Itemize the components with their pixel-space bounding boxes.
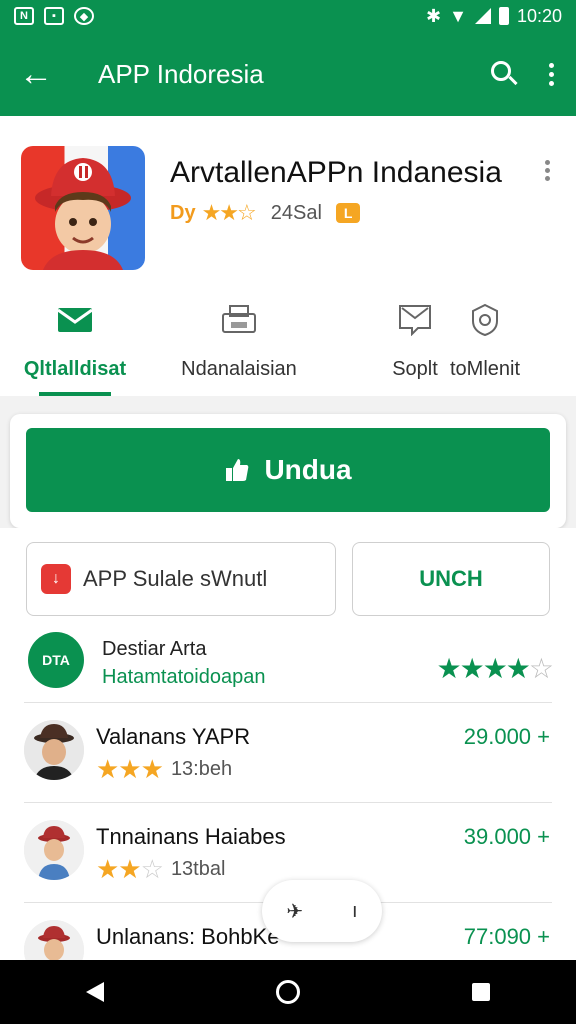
install-button[interactable]: Undua	[26, 428, 550, 512]
signal-icon	[474, 8, 491, 24]
item-meta: ★★☆ 13tbal	[96, 854, 225, 885]
pin-icon[interactable]: ✈	[286, 899, 303, 924]
rating-row: Dy ★★☆ 24Sal L	[170, 200, 361, 226]
status-bar: N ▪ ◆ ✱ ▼ 10:20	[0, 0, 576, 32]
location-icon: ◆	[74, 7, 94, 25]
stars-filled: ★★	[96, 854, 142, 884]
tab-indicator	[39, 392, 111, 396]
rating-stars: ★★☆	[201, 200, 257, 225]
app-header: ArvtallenAPPn Indanesia Dy ★★☆ 24Sal L Q…	[0, 116, 576, 396]
item-stars: ★★☆	[96, 854, 164, 885]
launch-label: UNCH	[419, 566, 483, 591]
thumb-up-icon	[226, 459, 249, 481]
stars-filled: ★★★★	[436, 653, 530, 684]
app-name: ArvtallenAPPn Indanesia	[170, 156, 502, 189]
secondary-app-button[interactable]: ↓ APP Sulale sWnutl	[26, 542, 336, 616]
tab-details[interactable]: Qltlalldisat	[10, 288, 140, 396]
divider	[24, 702, 552, 703]
more-vert-icon[interactable]	[549, 62, 554, 86]
stars-filled: ★★★	[96, 754, 164, 784]
item-name: Unlanans: BohbKe	[96, 924, 280, 949]
notification-icon: N	[14, 7, 34, 25]
tab-bar: Qltlalldisat Ndanalaisian Soplt toMlenit	[0, 288, 576, 396]
nav-back-icon[interactable]	[86, 982, 104, 1002]
developer-name: Destiar Arta	[102, 638, 207, 660]
image-icon: ▪	[44, 7, 64, 25]
item-price: 77:090 +	[463, 924, 550, 949]
battery-icon	[498, 7, 509, 25]
stars-empty: ☆	[140, 854, 164, 884]
divider	[24, 802, 552, 803]
mail-icon	[10, 300, 140, 340]
floating-controls[interactable]: ✈ ı	[262, 880, 382, 942]
arrow-back-icon[interactable]: ←	[0, 57, 72, 91]
install-label: Undua	[264, 454, 352, 485]
developer-short: Dy	[170, 201, 196, 224]
developer-rating: ★★★★☆	[436, 652, 554, 685]
launch-button[interactable]: UNCH	[352, 542, 550, 616]
app-icon	[21, 146, 145, 270]
avatar	[24, 820, 84, 880]
item-meta: ★★★ 13:beh	[96, 754, 232, 785]
age-badge: L	[335, 203, 361, 223]
search-icon[interactable]	[489, 59, 519, 89]
install-card: Undua	[10, 414, 566, 528]
item-price: 29.000 +	[463, 724, 550, 749]
app-bar-title: APP Indoresia	[98, 58, 264, 89]
developer-row[interactable]: DTA Destiar Arta Hatamtatoidoapan ★★★★☆	[0, 628, 576, 704]
developer-logo: DTA	[28, 632, 84, 688]
item-name: Valanans YAPR	[96, 724, 251, 749]
status-time: 10:20	[516, 5, 562, 26]
stars-empty: ☆	[528, 653, 554, 684]
item-count: 13tbal	[170, 858, 226, 880]
info-icon[interactable]: ı	[352, 900, 358, 923]
nav-home-icon[interactable]	[276, 980, 300, 1004]
tab-label: Ndanalaisian	[181, 358, 297, 380]
tab-comments[interactable]: toMlenit	[440, 288, 530, 396]
avatar	[24, 720, 84, 780]
shield-icon	[440, 300, 530, 340]
nav-recents-icon[interactable]	[472, 983, 490, 1001]
wifi-icon: ▼	[449, 5, 467, 26]
system-nav-bar	[0, 960, 576, 1024]
item-name: Tnnainans Haiabes	[96, 824, 286, 849]
app-badge-icon: ↓	[41, 564, 71, 594]
developer-subtitle: Hatamtatoidoapan	[102, 666, 266, 688]
tab-label: toMlenit	[449, 358, 521, 380]
list-item[interactable]: Valanans YAPR ★★★ 13:beh 29.000 +	[0, 714, 576, 810]
app-bar: ← APP Indoresia	[0, 32, 576, 116]
secondary-app-label: APP Sulale sWnutl	[83, 566, 268, 591]
tab-reviews[interactable]: Ndanalaisian	[164, 288, 314, 396]
item-stars: ★★★	[96, 754, 164, 785]
tab-label: Qltlalldisat	[23, 358, 127, 380]
more-vert-icon[interactable]	[545, 160, 550, 181]
printer-icon	[164, 300, 314, 340]
item-price: 39.000 +	[463, 824, 550, 849]
item-count: 13:beh	[170, 758, 233, 780]
settings-icon: ✱	[426, 5, 442, 26]
rating-count: 24Sal	[270, 201, 322, 224]
